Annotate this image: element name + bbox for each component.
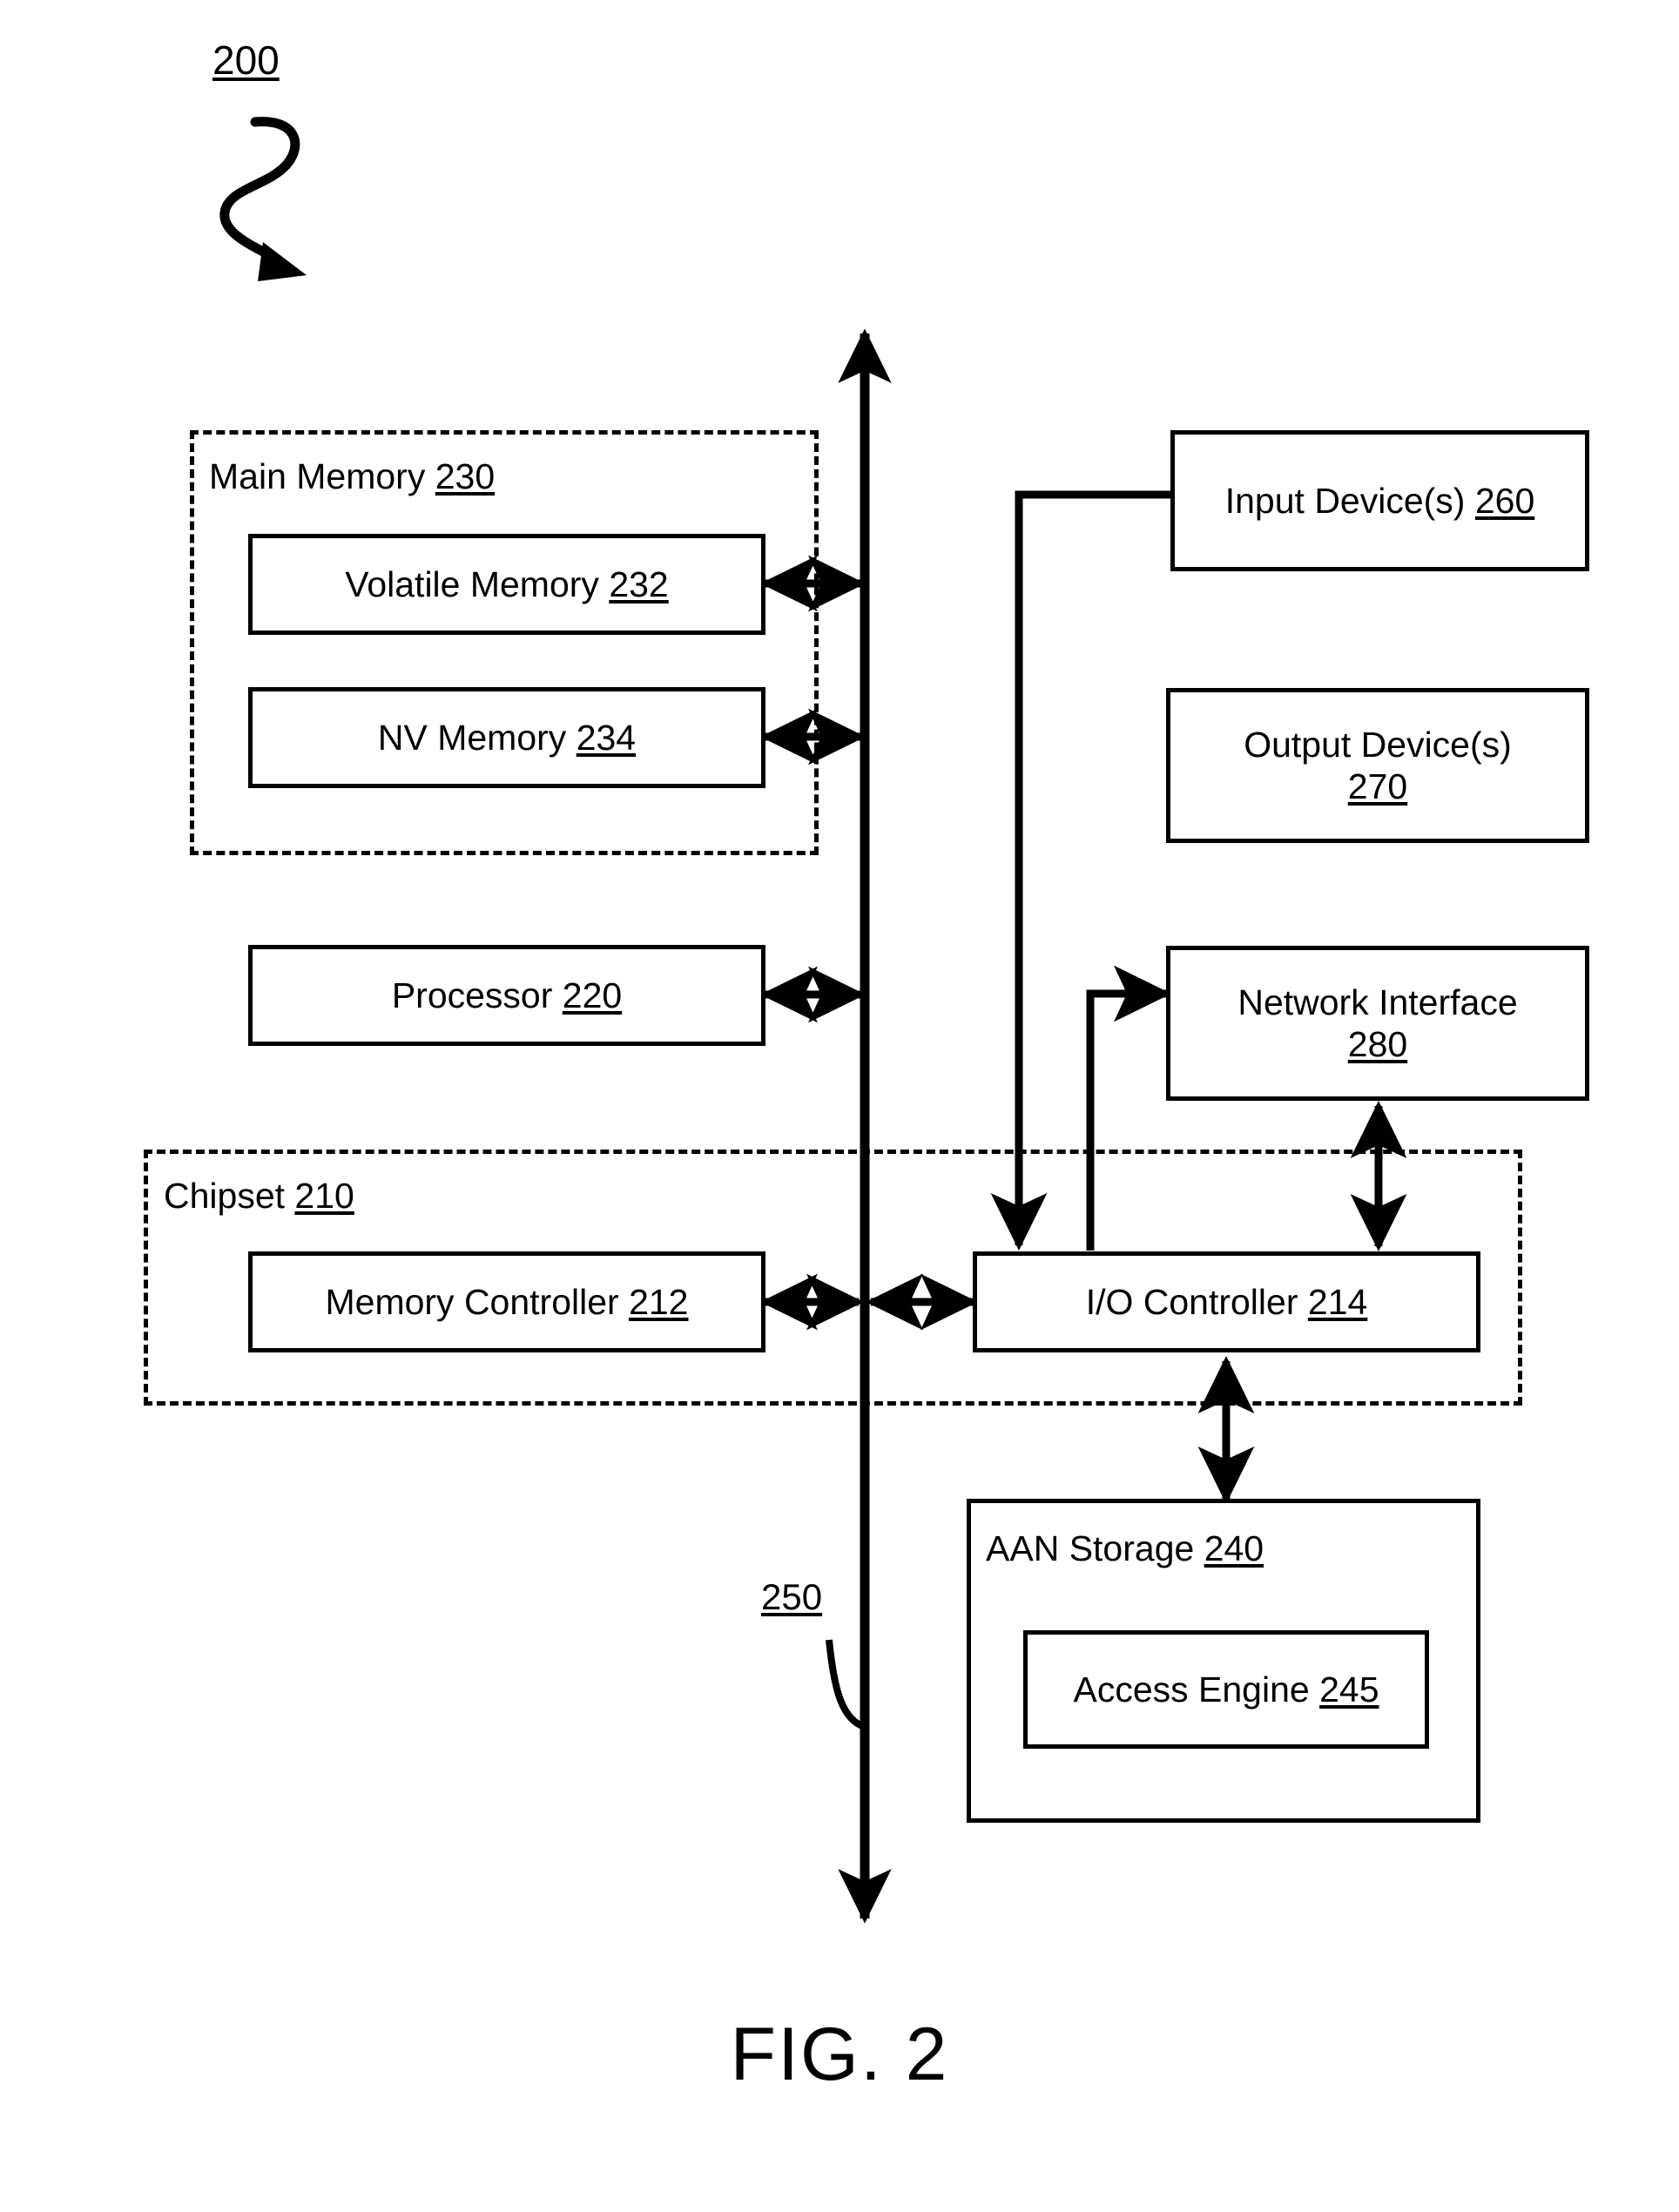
- block-input-devices: Input Device(s) 260: [1170, 430, 1589, 571]
- group-chipset-title: Chipset 210: [164, 1176, 354, 1217]
- block-volatile-memory: Volatile Memory 232: [248, 534, 765, 635]
- figure-caption: FIG. 2: [730, 2013, 949, 2096]
- system-tag-200-arrowhead: [258, 242, 307, 281]
- input-devices-to-io-controller-line: [990, 490, 1170, 1251]
- block-output-devices-label: Output Device(s) 270: [1244, 724, 1512, 806]
- block-volatile-memory-label: Volatile Memory 232: [345, 563, 669, 604]
- bus-tag-250: 250: [761, 1576, 822, 1618]
- group-main-memory-ref: 230: [435, 456, 496, 496]
- patent-figure-2: I/O Controller 214 (elbow) ===== --> Out…: [0, 0, 1679, 2212]
- block-memory-controller-label: Memory Controller 212: [325, 1281, 689, 1322]
- block-io-controller-label: I/O Controller 214: [1085, 1281, 1368, 1322]
- block-network-interface: Network Interface 280: [1166, 946, 1589, 1101]
- block-nv-memory: NV Memory 234: [248, 687, 765, 788]
- system-tag-200-text: 200: [212, 37, 280, 83]
- block-nv-memory-label: NV Memory 234: [377, 717, 637, 758]
- block-input-devices-label: Input Device(s) 260: [1224, 480, 1535, 521]
- group-chipset-ref: 210: [294, 1176, 354, 1216]
- block-memory-controller: Memory Controller 212: [248, 1251, 765, 1352]
- block-network-interface-label: Network Interface 280: [1237, 981, 1518, 1064]
- group-main-memory-title: Main Memory 230: [209, 456, 495, 497]
- bus-tag-250-text: 250: [761, 1576, 823, 1617]
- block-access-engine: Access Engine 245: [1023, 1630, 1429, 1749]
- block-aan-storage-label: AAN Storage 240: [986, 1528, 1264, 1568]
- block-io-controller: I/O Controller 214: [973, 1251, 1480, 1352]
- block-processor-label: Processor 220: [391, 974, 623, 1015]
- block-output-devices: Output Device(s) 270: [1166, 688, 1589, 843]
- system-tag-200: 200: [212, 37, 280, 84]
- connector-layer: I/O Controller 214 (elbow) ===== --> Out…: [219, 117, 1407, 1924]
- group-chipset-label: Chipset: [164, 1176, 286, 1216]
- bus-250-leader: [826, 1639, 866, 1730]
- system-tag-200-squiggle: [219, 117, 300, 263]
- group-main-memory-label: Main Memory: [209, 456, 426, 496]
- block-access-engine-label: Access Engine 245: [1073, 1669, 1379, 1710]
- block-processor: Processor 220: [248, 945, 765, 1046]
